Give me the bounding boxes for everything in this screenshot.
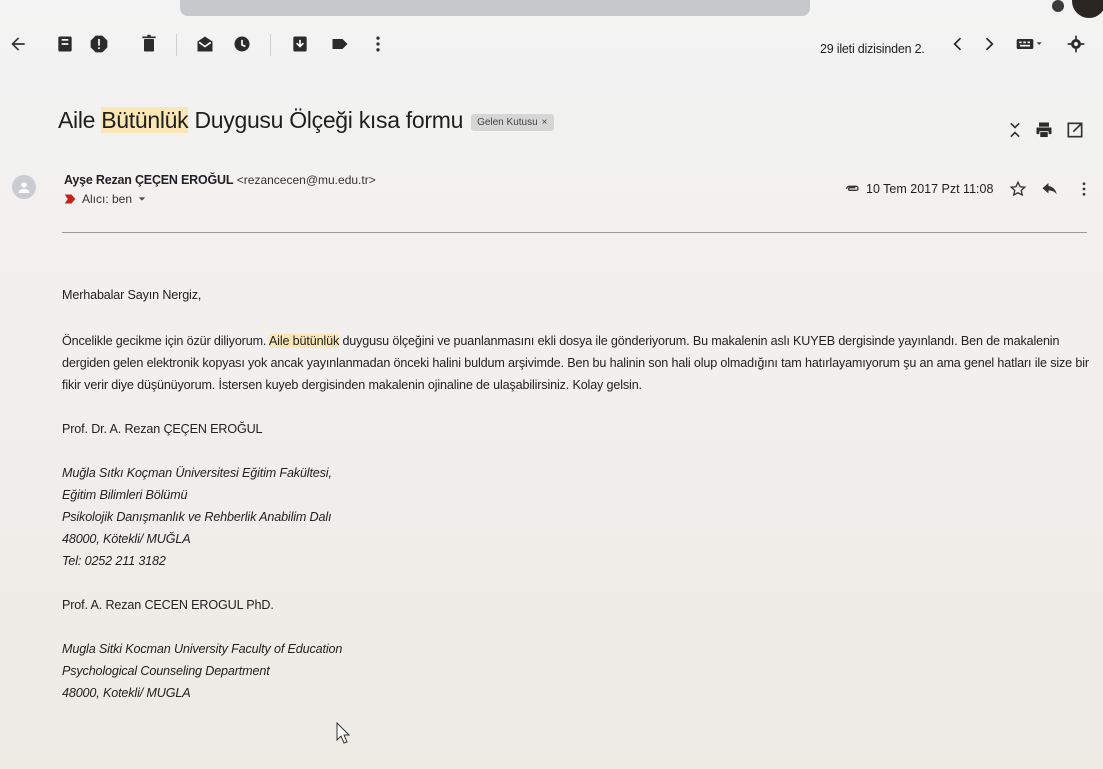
search-bar-edge[interactable] bbox=[180, 0, 810, 16]
label-icon[interactable] bbox=[328, 32, 352, 56]
more-options-icon[interactable] bbox=[1075, 180, 1093, 198]
header-divider bbox=[62, 232, 1087, 233]
next-icon[interactable] bbox=[977, 32, 1001, 56]
back-icon[interactable] bbox=[6, 32, 30, 56]
mark-unread-icon[interactable] bbox=[193, 32, 217, 56]
sender-line: Ayşe Rezan ÇEÇEN EROĞUL <rezancecen@mu.e… bbox=[64, 173, 376, 187]
subject-highlight: Bütünlük bbox=[101, 106, 189, 133]
spam-icon[interactable] bbox=[87, 32, 111, 56]
snooze-icon[interactable] bbox=[230, 32, 254, 56]
delete-icon[interactable] bbox=[137, 32, 161, 56]
settings-icon[interactable] bbox=[1064, 32, 1088, 56]
move-to-icon[interactable] bbox=[288, 32, 312, 56]
subject-row: Aile Bütünlük Duygusu Ölçeği kısa formu … bbox=[58, 100, 554, 140]
body-highlight: Aile bütünlük bbox=[268, 334, 340, 348]
signature-name: Prof. Dr. A. Rezan ÇEÇEN EROĞUL bbox=[62, 422, 263, 436]
attachment-icon bbox=[846, 185, 859, 191]
signature-line: 48000, Kotekli/ MUGLA bbox=[62, 686, 191, 700]
support-icon[interactable] bbox=[1052, 0, 1064, 12]
sender-name[interactable]: Ayşe Rezan ÇEÇEN EROĞUL bbox=[64, 173, 233, 187]
body-text: fikir verir diye düşünüyorum. İstersen k… bbox=[62, 378, 642, 392]
signature-en: Mugla Sitki Kocman University Faculty of… bbox=[62, 638, 1092, 704]
recipient-line[interactable]: Alıcı: ben bbox=[64, 192, 146, 206]
body-paragraph: Öncelikle gecikme için özür diliyorum. A… bbox=[62, 330, 1092, 396]
toolbar-separator bbox=[270, 34, 271, 56]
open-in-new-window-icon[interactable] bbox=[1063, 118, 1087, 142]
email-body: Merhabalar Sayın Nergiz, Öncelikle gecik… bbox=[62, 284, 1092, 704]
signature-line: Psikolojik Danışmanlık ve Rehberlik Anab… bbox=[62, 510, 332, 524]
message-date: 10 Tem 2017 Pzt 11:08 bbox=[866, 182, 994, 196]
sender-email: <rezancecen@mu.edu.tr> bbox=[236, 173, 376, 187]
toolbar-separator bbox=[176, 34, 177, 56]
star-icon[interactable] bbox=[1009, 180, 1027, 198]
archive-icon[interactable] bbox=[53, 32, 77, 56]
important-marker-icon[interactable] bbox=[64, 193, 76, 205]
body-text: duygusu ölçeğini ve puanlanmasını ekli d… bbox=[339, 334, 1060, 348]
chevron-down-icon[interactable] bbox=[138, 195, 146, 203]
subject-text: Aile bbox=[58, 106, 102, 133]
signature-line: Tel: 0252 211 3182 bbox=[62, 554, 166, 568]
message-toolbar: 29 ileti dizisinden 2. bbox=[0, 24, 1103, 64]
body-text: dergiden gelen elektronik kopyası yok an… bbox=[62, 356, 1089, 370]
print-icon[interactable] bbox=[1032, 118, 1056, 142]
signature-name-en: Prof. A. Rezan CECEN EROGUL PhD. bbox=[62, 598, 274, 612]
account-avatar[interactable] bbox=[1072, 0, 1103, 18]
inbox-label-text: Gelen Kutusu bbox=[477, 116, 538, 128]
signature-line: 48000, Kötekli/ MUĞLA bbox=[62, 532, 191, 546]
message-counter: 29 ileti dizisinden 2. bbox=[820, 42, 925, 56]
email-subject: Aile Bütünlük Duygusu Ölçeği kısa formu bbox=[58, 106, 464, 134]
recipient-text: Alıcı: ben bbox=[82, 192, 133, 206]
prev-icon[interactable] bbox=[946, 32, 970, 56]
signature-tr: Muğla Sıtkı Koçman Üniversitesi Eğitim F… bbox=[62, 462, 1092, 572]
signature-line: Muğla Sıtkı Koçman Üniversitesi Eğitim F… bbox=[62, 466, 332, 480]
sender-avatar[interactable] bbox=[12, 175, 36, 199]
mouse-cursor-icon bbox=[336, 722, 350, 744]
signature-line: Psychological Counseling Department bbox=[62, 664, 270, 678]
greeting: Merhabalar Sayın Nergiz, bbox=[62, 288, 202, 302]
subject-text: Duygusu Ölçeği kısa formu bbox=[188, 106, 464, 133]
more-icon[interactable] bbox=[366, 32, 390, 56]
reply-icon[interactable] bbox=[1041, 180, 1059, 198]
body-text: Öncelikle gecikme için özür diliyorum. bbox=[62, 334, 269, 348]
expand-all-icon[interactable] bbox=[1003, 118, 1027, 142]
inbox-label[interactable]: Gelen Kutusu × bbox=[471, 113, 554, 131]
message-meta: 10 Tem 2017 Pzt 11:08 bbox=[844, 180, 1093, 198]
remove-label-icon[interactable]: × bbox=[542, 117, 548, 128]
input-tools-icon[interactable] bbox=[1012, 32, 1048, 56]
signature-line: Mugla Sitki Kocman University Faculty of… bbox=[62, 642, 343, 656]
signature-line: Eğitim Bilimleri Bölümü bbox=[62, 488, 188, 502]
